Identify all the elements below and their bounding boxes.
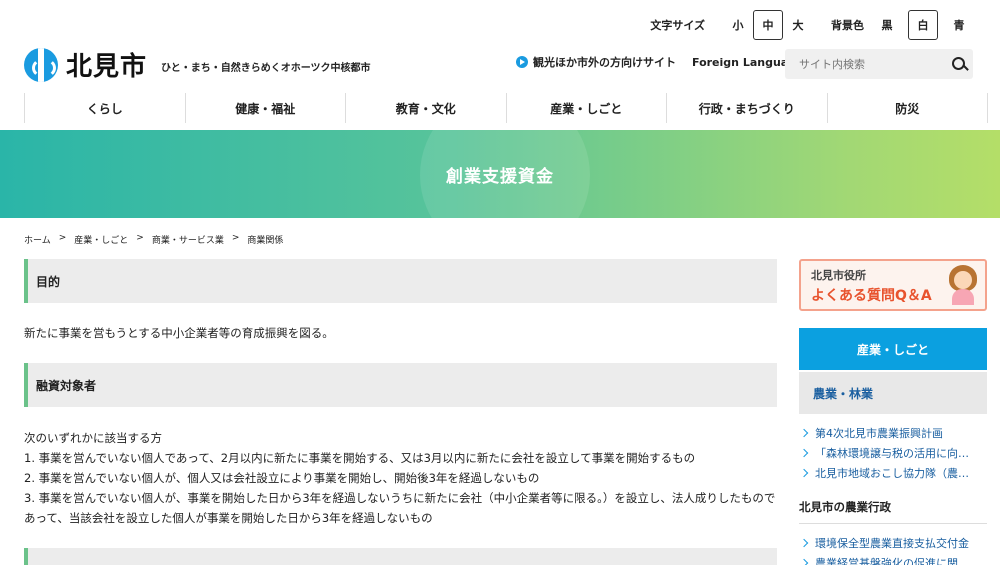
utility-bar: 文字サイズ 小 中 大 背景色 黒 白 青 — [650, 10, 974, 40]
breadcrumb: ホーム > 産業・しごと > 商業・サービス業 > 商業関係 — [24, 233, 283, 246]
chevron-right-icon — [799, 468, 809, 478]
nav-item-disaster-prevention[interactable]: 防災 — [826, 93, 988, 123]
sidebar-link[interactable]: 環境保全型農業直接支払交付金 — [799, 533, 987, 553]
sidebar: 北見市役所 よくある質問Q＆A 産業・しごと 農業・林業 第4次北見市農業振興計… — [799, 259, 987, 565]
font-size-small-button[interactable]: 小 — [723, 10, 753, 40]
breadcrumb-commerce[interactable]: 商業・サービス業 — [152, 233, 224, 246]
bg-blue-button[interactable]: 青 — [944, 10, 974, 40]
sidebar-links: 第4次北見市農業振興計画 「森林環境譲与税の活用に向… 北見市地域おこし協力隊（… — [799, 423, 987, 483]
global-nav: くらし 健康・福祉 教育・文化 産業・しごと 行政・まちづくり 防災 — [24, 93, 988, 123]
page-banner: 創業支援資金 — [0, 130, 1000, 218]
logo-tagline: ひと・まち・自然きらめくオホーツク中核都市 — [161, 63, 371, 74]
chevron-right-icon — [799, 558, 809, 565]
purpose-text: 新たに事業を営もうとする中小企業者等の育成振興を図る。 — [24, 326, 334, 340]
city-emblem-icon — [24, 47, 58, 82]
site-logo[interactable]: 北見市 ひと・まち・自然きらめくオホーツク中核都市 — [24, 46, 371, 83]
font-size-medium-button[interactable]: 中 — [753, 10, 783, 40]
sidebar-category[interactable]: 産業・しごと — [799, 328, 987, 370]
logo-name: 北見市 — [66, 52, 148, 82]
breadcrumb-current: 商業関係 — [247, 236, 284, 246]
main-content: 目的 新たに事業を営もうとする中小企業者等の育成振興を図る。 融資対象者 次のい… — [24, 259, 777, 565]
site-search — [785, 49, 973, 79]
chevron-right-icon — [799, 428, 809, 438]
nav-item-administration[interactable]: 行政・まちづくり — [666, 93, 827, 123]
breadcrumb-separator: > — [58, 233, 67, 243]
breadcrumb-separator: > — [231, 233, 240, 243]
sidebar-section-links: 環境保全型農業直接支払交付金 農業経営基盤強化の促進に関… — [799, 533, 987, 565]
breadcrumb-separator: > — [136, 233, 144, 243]
section-heading-eligibility: 融資対象者 — [24, 363, 777, 407]
eligibility-intro: 次のいずれかに該当する方 — [24, 431, 162, 445]
font-size-large-button[interactable]: 大 — [783, 10, 813, 40]
breadcrumb-industry[interactable]: 産業・しごと — [74, 233, 128, 246]
sidebar-section-title: 北見市の農業行政 — [799, 499, 987, 524]
page-title: 創業支援資金 — [446, 166, 554, 187]
search-input[interactable] — [785, 49, 944, 79]
font-size-label: 文字サイズ — [650, 19, 705, 32]
sidebar-link[interactable]: 北見市地域おこし協力隊（農… — [799, 463, 987, 483]
sidebar-link[interactable]: 「森林環境譲与税の活用に向… — [799, 443, 987, 463]
sidebar-subcategory[interactable]: 農業・林業 — [799, 372, 987, 414]
nav-item-education-culture[interactable]: 教育・文化 — [345, 93, 506, 123]
tourism-site-link[interactable]: 観光ほか市外の方向けサイト — [533, 54, 676, 70]
nav-item-health-welfare[interactable]: 健康・福祉 — [184, 93, 346, 123]
bg-black-button[interactable]: 黒 — [872, 10, 902, 40]
faq-banner[interactable]: 北見市役所 よくある質問Q＆A — [799, 259, 987, 311]
bg-white-button[interactable]: 白 — [908, 10, 938, 40]
bg-color-label: 背景色 — [831, 19, 864, 32]
nav-item-industry-work[interactable]: 産業・しごと — [505, 93, 667, 123]
sidebar-link[interactable]: 農業経営基盤強化の促進に関… — [799, 553, 987, 565]
nav-item-living[interactable]: くらし — [24, 93, 185, 123]
mascot-girl-icon — [949, 265, 977, 305]
section-heading-next — [24, 548, 777, 565]
header-links: 観光ほか市外の方向けサイト Foreign Language — [516, 54, 804, 70]
eligibility-item-1: 1. 事業を営んでいない個人であって、2月以内に新たに事業を開始する、又は3月以… — [24, 451, 696, 465]
eligibility-item-3: 3. 事業を営んでいない個人が、事業を開始した日から3年を経過しないうちに新たに… — [24, 491, 776, 525]
play-icon — [516, 56, 528, 68]
sidebar-link[interactable]: 第4次北見市農業振興計画 — [799, 423, 987, 443]
chevron-right-icon — [799, 538, 809, 548]
eligibility-item-2: 2. 事業を営んでいない個人が、個人又は会社設立により事業を開始し、開始後3年を… — [24, 471, 540, 485]
breadcrumb-home[interactable]: ホーム — [24, 233, 51, 246]
search-icon[interactable] — [944, 49, 973, 79]
chevron-right-icon — [799, 448, 809, 458]
section-heading-purpose: 目的 — [24, 259, 777, 303]
